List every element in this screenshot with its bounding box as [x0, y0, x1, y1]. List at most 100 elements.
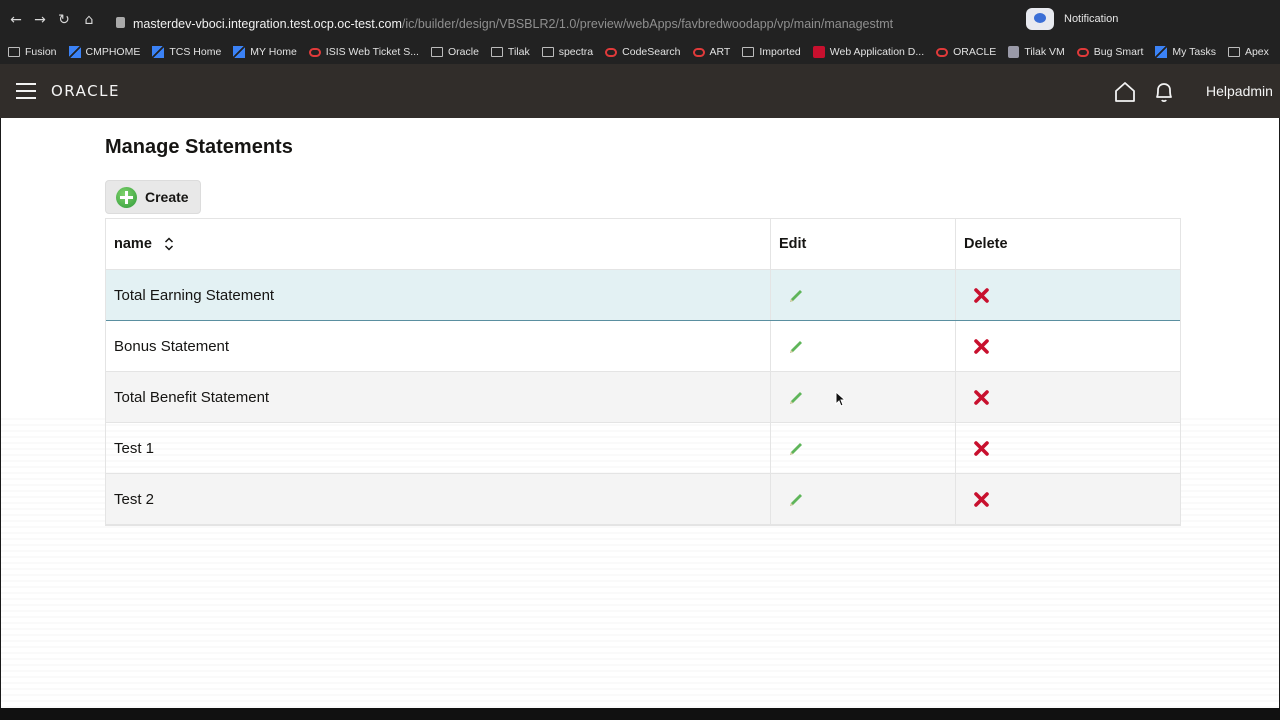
folder-icon: [541, 47, 554, 57]
bookmark-item[interactable]: Imported: [742, 46, 801, 58]
pencil-icon[interactable]: [788, 440, 805, 457]
pencil-icon[interactable]: [788, 338, 805, 355]
column-header-name[interactable]: name: [106, 219, 771, 269]
edit-cell: [771, 423, 956, 473]
brand-logo: ORACLE: [51, 82, 120, 100]
oracle-logo-icon: [692, 47, 705, 57]
menu-icon[interactable]: [16, 83, 36, 99]
oracle-logo-icon: [308, 47, 321, 57]
table-row[interactable]: Test 2: [106, 474, 1180, 525]
mouse-cursor-icon: [835, 391, 845, 407]
pencil-icon[interactable]: [788, 491, 805, 508]
page-title: Manage Statements: [105, 136, 293, 158]
delete-icon[interactable]: [973, 338, 990, 355]
statement-name: Bonus Statement: [106, 321, 771, 371]
bookmark-icon: [1008, 46, 1020, 58]
browser-toolbar: ← → ↻ ⌂ masterdev-vboci.integration.test…: [0, 0, 1280, 40]
edit-cell: [771, 372, 956, 422]
edit-cell: [771, 474, 956, 524]
user-menu[interactable]: Helpadmin: [1206, 83, 1273, 99]
address-bar[interactable]: masterdev-vboci.integration.test.ocp.oc-…: [106, 10, 1022, 38]
bookmark-label: MY Home: [250, 46, 297, 58]
home-icon[interactable]: [1114, 81, 1136, 103]
bookmark-item[interactable]: ORACLE: [936, 46, 996, 58]
table-body: Total Earning Statement Bonus Statement To…: [106, 270, 1180, 525]
bookmark-label: Bug Smart: [1093, 46, 1144, 58]
oracle-logo-icon: [1076, 47, 1089, 57]
column-header-label: Delete: [964, 236, 1008, 252]
create-label: Create: [145, 189, 189, 205]
bookmark-item[interactable]: My Tasks: [1155, 46, 1216, 58]
table-row[interactable]: Bonus Statement: [106, 321, 1180, 372]
bookmark-label: ISIS Web Ticket S...: [325, 46, 419, 58]
bookmark-item[interactable]: Apex: [1227, 46, 1269, 58]
oracle-logo-icon: [936, 47, 949, 57]
bookmark-item[interactable]: spectra: [541, 46, 594, 58]
folder-icon: [742, 47, 755, 57]
bookmark-label: TCS Home: [169, 46, 222, 58]
back-icon[interactable]: ←: [8, 12, 24, 28]
column-header-label: Edit: [779, 236, 807, 252]
table-row[interactable]: Test 1: [106, 423, 1180, 474]
bell-icon[interactable]: [1153, 80, 1175, 104]
sort-icon[interactable]: [164, 237, 174, 251]
delete-icon[interactable]: [973, 389, 990, 406]
bookmark-item[interactable]: Tilak VM: [1008, 46, 1065, 58]
bookmark-label: Tilak: [507, 46, 530, 58]
delete-icon[interactable]: [973, 491, 990, 508]
bookmark-label: Oracle: [447, 46, 479, 58]
edit-cell: [771, 321, 956, 371]
bookmark-item[interactable]: Bug Smart: [1076, 46, 1144, 58]
delete-icon[interactable]: [973, 287, 990, 304]
bookmark-item[interactable]: CMPHOME: [68, 46, 141, 58]
table-row[interactable]: Total Benefit Statement: [106, 372, 1180, 423]
bookmark-label: Imported: [759, 46, 801, 58]
bookmark-item[interactable]: ART: [692, 46, 730, 58]
bookmark-item[interactable]: Oracle: [430, 46, 479, 58]
edit-cell: [771, 270, 956, 320]
forward-icon[interactable]: →: [32, 12, 48, 28]
bookmark-label: ORACLE: [953, 46, 997, 58]
bookmark-icon: [233, 46, 246, 58]
bookmark-label: spectra: [558, 46, 594, 58]
home-browser-icon[interactable]: ⌂: [81, 12, 97, 28]
url-host: masterdev-vboci.integration.test.ocp.oc-…: [133, 17, 402, 31]
oracle-logo-icon: [605, 47, 618, 57]
table-row[interactable]: Total Earning Statement: [106, 270, 1180, 321]
app-header: ORACLE Helpadmin: [0, 64, 1280, 118]
statement-name: Test 2: [106, 474, 771, 524]
folder-icon: [1227, 47, 1240, 57]
bookmark-item[interactable]: Tilak: [490, 46, 530, 58]
bookmark-item[interactable]: ISIS Web Ticket S...: [308, 46, 419, 58]
bookmark-item[interactable]: TCS Home: [152, 46, 221, 58]
url-path: /ic/builder/design/VBSBLR2/1.0/preview/w…: [401, 17, 894, 31]
pencil-icon[interactable]: [788, 287, 805, 304]
bookmark-item[interactable]: Web Application D...: [812, 46, 925, 58]
delete-icon[interactable]: [973, 440, 990, 457]
bookmark-item[interactable]: Fusion: [8, 46, 57, 58]
folder-icon: [490, 47, 503, 57]
bookmark-label: Web Application D...: [829, 46, 925, 58]
bookmark-label: Fusion: [25, 46, 57, 58]
bookmark-label: Tilak VM: [1024, 46, 1065, 58]
column-header-label: name: [114, 236, 152, 252]
notification-label: Notification: [1064, 13, 1119, 25]
bookmark-icon: [68, 46, 81, 58]
table-header: name Edit Delete: [106, 219, 1180, 270]
notification-popup[interactable]: Notification: [1026, 6, 1118, 32]
folder-icon: [430, 47, 443, 57]
statement-name: Test 1: [106, 423, 771, 473]
plus-icon: [116, 186, 137, 208]
statement-name: Total Benefit Statement: [106, 372, 771, 422]
bookmark-icon: [812, 46, 825, 58]
bookmarks-bar: Fusion CMPHOME TCS Home MY Home ISIS Web Tic…: [0, 40, 1280, 64]
create-button[interactable]: Create: [105, 180, 201, 214]
pencil-icon[interactable]: [788, 389, 805, 406]
bookmark-item[interactable]: CodeSearch: [605, 46, 681, 58]
bookmark-item[interactable]: MY Home: [233, 46, 297, 58]
column-header-edit: Edit: [771, 219, 956, 269]
statement-name: Total Earning Statement: [106, 270, 771, 320]
bookmark-label: CMPHOME: [85, 46, 141, 58]
statements-table: name Edit Delete Total Earning Statement…: [105, 218, 1181, 526]
reload-icon[interactable]: ↻: [56, 12, 72, 28]
